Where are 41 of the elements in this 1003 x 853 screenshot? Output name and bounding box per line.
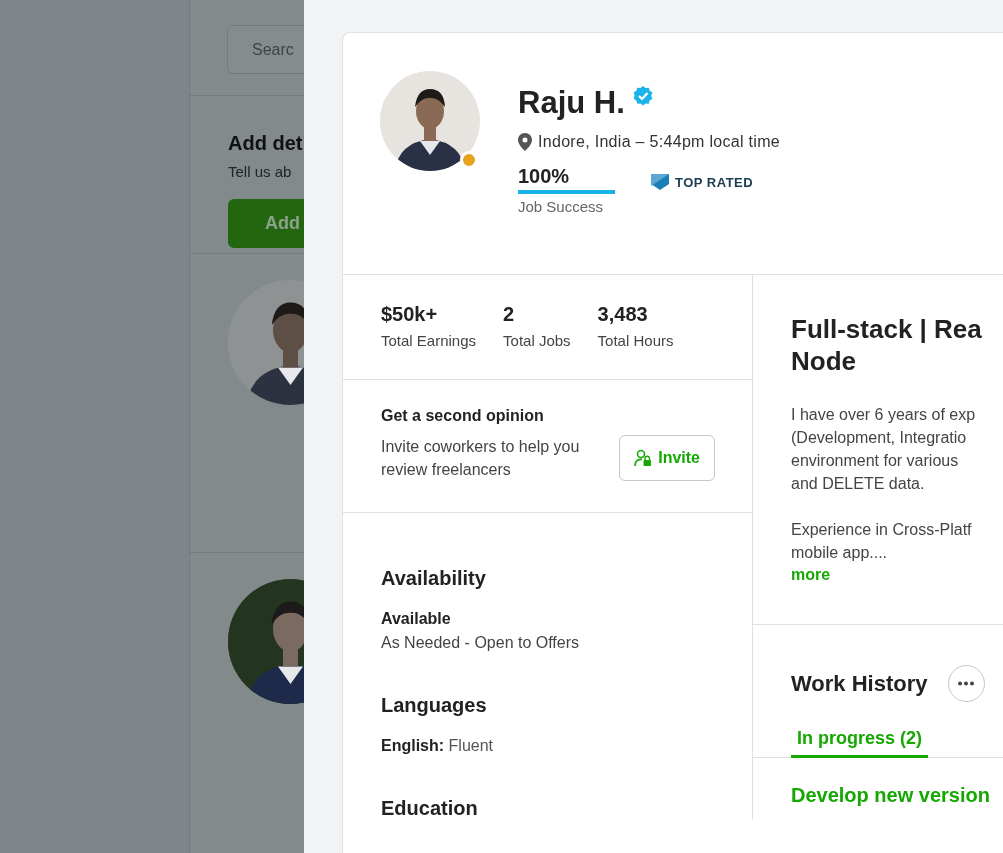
- profile-title: Full-stack | Rea: [791, 313, 983, 345]
- freelancer-name: Raju H.: [518, 85, 625, 121]
- job-success-score: 100%: [518, 165, 571, 188]
- work-history-tab[interactable]: In progress (2): [791, 722, 929, 758]
- work-history-heading: Work History: [791, 670, 928, 697]
- overview-text: mobile app....: [791, 543, 889, 563]
- overview-text: and DELETE data.: [791, 474, 926, 494]
- add-button[interactable]: Add: [228, 198, 304, 248]
- availability-heading: Availability: [381, 567, 487, 590]
- profile-title: Node: [791, 345, 857, 377]
- stat-value: 3,483: [597, 303, 649, 326]
- stat-label: Total Jobs: [503, 332, 571, 349]
- person-lock-icon: [634, 449, 653, 467]
- availability-status: Available: [381, 610, 452, 628]
- more-options-button[interactable]: [947, 665, 985, 702]
- language-entry: English: Fluent: [381, 737, 495, 755]
- location-text: Indore, India – 5:44pm local time: [538, 133, 781, 151]
- availability-detail: As Needed - Open to Offers: [381, 634, 581, 652]
- top-rated-label: TOP RATED: [675, 174, 754, 190]
- overview-text: Experience in Cross-Platf: [791, 520, 973, 540]
- job-title-link[interactable]: Develop new version: [791, 784, 990, 807]
- search-field[interactable]: Searc: [227, 25, 304, 74]
- prompt-text: Tell us ab: [228, 162, 292, 180]
- invite-button[interactable]: Invite: [619, 435, 715, 481]
- prompt-title: Add det: [228, 131, 303, 155]
- overview-text: environment for various: [791, 451, 960, 471]
- job-success-label: Job Success: [518, 198, 605, 215]
- stat-label: Total Earnings: [381, 332, 477, 349]
- stat-value: $50k+: [381, 303, 439, 326]
- second-opinion-text: Invite coworkers to help you review freelancers: [381, 437, 581, 480]
- second-opinion-title: Get a second opinion: [381, 407, 545, 425]
- more-link[interactable]: more: [791, 566, 831, 584]
- education-heading: Education: [381, 797, 479, 820]
- overview-text: I have over 6 years of exp: [791, 405, 977, 425]
- overview-text: (Development, Integratio: [791, 428, 968, 448]
- stat-value: 2: [503, 303, 516, 326]
- stat-label: Total Hours: [597, 332, 674, 349]
- shield-icon: [651, 173, 669, 191]
- location-pin-icon: [518, 133, 532, 151]
- languages-heading: Languages: [381, 694, 488, 717]
- more-icon: [957, 681, 975, 686]
